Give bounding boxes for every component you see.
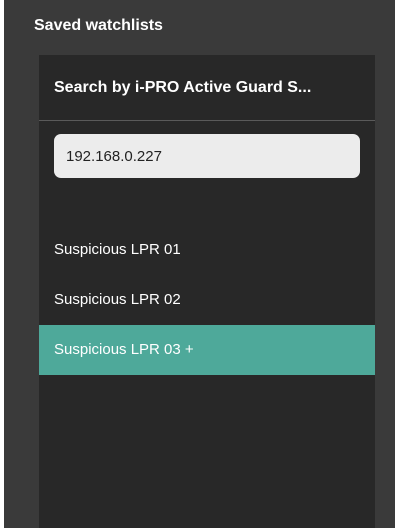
list-header-title: Search by i-PRO Active Guard S... (54, 79, 312, 96)
saved-watchlists-screen: Saved watchlists Search by i-PRO Active … (0, 0, 395, 528)
search-input[interactable] (54, 134, 360, 178)
saved-watchlists-panel: Saved watchlists Search by i-PRO Active … (4, 0, 395, 528)
section-title: Saved watchlists (34, 17, 163, 34)
watchlist-item-selected[interactable]: Suspicious LPR 03 + (39, 325, 375, 375)
list-header: Search by i-PRO Active Guard S... (39, 55, 375, 121)
watchlist-item[interactable]: Suspicious LPR 01 (39, 225, 375, 275)
watchlist-list-panel: Search by i-PRO Active Guard S... Suspic… (39, 55, 375, 528)
watchlist-item[interactable]: Suspicious LPR 02 (39, 275, 375, 325)
